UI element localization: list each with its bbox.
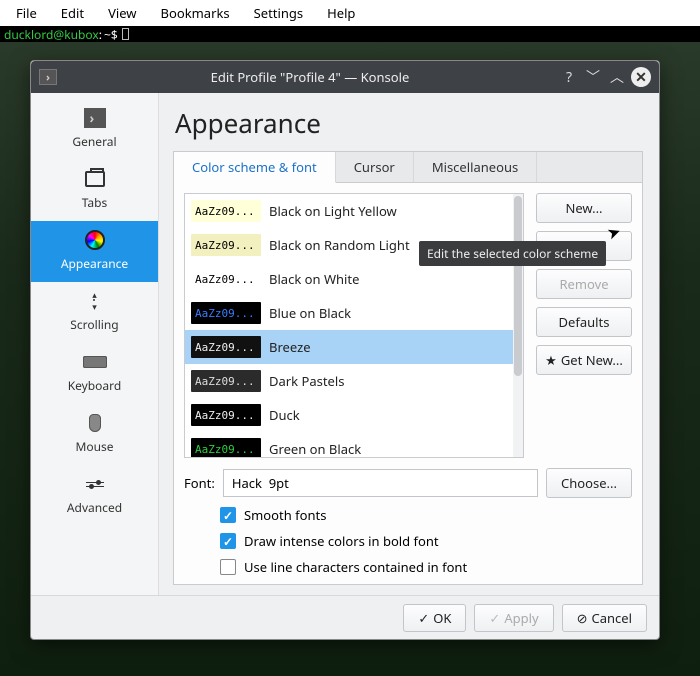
scrollbar[interactable] [513,194,523,457]
scheme-swatch: AaZz09... [191,370,261,392]
color-scheme-item[interactable]: AaZz09... Black on Light Yellow [185,194,523,228]
sidebar-label: Keyboard [68,377,122,394]
sidebar-label: Appearance [61,255,128,272]
defaults-button[interactable]: Defaults [536,307,632,337]
sidebar-item-general[interactable]: General [31,99,158,160]
scheme-label: Breeze [269,338,311,356]
bold-intense-checkbox[interactable]: Draw intense colors in bold font [220,532,632,550]
sidebar-item-scrolling[interactable]: • Scrolling [31,282,158,343]
cancel-icon: ⊘ [577,609,588,627]
font-label: Font: [184,474,215,492]
scheme-swatch: AaZz09... [191,268,261,290]
keyboard-icon [83,356,107,368]
color-scheme-item[interactable]: AaZz09... Green on Black [185,432,523,458]
terminal-prompt: ducklord@kubox [4,26,99,43]
scroll-icon: • [92,292,97,310]
scheme-swatch: AaZz09... [191,302,261,324]
choose-font-button[interactable]: Choose... [546,468,632,498]
new-scheme-button[interactable]: New... [536,193,632,223]
color-scheme-list[interactable]: AaZz09... Black on Light Yellow AaZz09... B… [184,193,524,458]
font-input[interactable] [223,469,538,497]
scheme-label: Duck [269,406,300,424]
sidebar-item-tabs[interactable]: Tabs [31,160,158,221]
terminal-cursor [122,28,129,40]
terminal-path: ~$ [104,26,118,43]
sliders-icon [86,482,104,487]
color-wheel-icon [85,230,105,250]
sidebar-label: General [72,133,116,150]
app-menubar: File Edit View Bookmarks Settings Help [0,0,700,26]
ok-button[interactable]: ✓OK [403,604,466,632]
dialog-titlebar[interactable]: Edit Profile "Profile 4" — Konsole ? ﹀ ︿… [31,61,659,93]
sidebar-label: Scrolling [70,316,118,333]
checkbox-icon [220,533,236,549]
menu-bookmarks[interactable]: Bookmarks [149,1,242,25]
scheme-label: Black on Random Light [269,236,410,254]
appearance-tabs: Color scheme & font Cursor Miscellaneous [173,151,643,183]
terminal-line[interactable]: ducklord@kubox:~$ [0,26,700,42]
menu-view[interactable]: View [96,1,148,25]
maximize-button[interactable]: ︿ [607,67,627,87]
color-scheme-item[interactable]: AaZz09... Duck [185,398,523,432]
color-scheme-item[interactable]: AaZz09... Black on White [185,262,523,296]
sidebar-item-keyboard[interactable]: Keyboard [31,343,158,404]
check-icon: ✓ [418,609,429,627]
check-icon: ✓ [489,609,500,627]
konsole-icon [39,69,57,85]
scheme-swatch: AaZz09... [191,438,261,458]
cancel-button[interactable]: ⊘Cancel [562,604,647,632]
menu-help[interactable]: Help [315,1,367,25]
tab-miscellaneous[interactable]: Miscellaneous [414,152,537,182]
dialog-footer: ✓OK ✓Apply ⊘Cancel [31,595,659,639]
smooth-fonts-checkbox[interactable]: Smooth fonts [220,506,632,524]
minimize-button[interactable]: ﹀ [583,67,603,87]
checkbox-icon [220,559,236,575]
scrollbar-thumb[interactable] [514,196,522,376]
sidebar-item-advanced[interactable]: Advanced [31,465,158,526]
edit-button-tooltip: Edit the selected color scheme [419,241,606,266]
checkbox-icon [220,507,236,523]
edit-profile-dialog: Edit Profile "Profile 4" — Konsole ? ﹀ ︿… [30,60,660,640]
get-new-button[interactable]: ★Get New... [536,345,632,375]
tab-cursor[interactable]: Cursor [336,152,414,182]
scheme-swatch: AaZz09... [191,336,261,358]
mouse-icon [89,414,101,432]
tab-color-scheme-font[interactable]: Color scheme & font [174,152,336,183]
sidebar-label: Tabs [82,194,108,211]
close-button[interactable]: ✕ [631,67,651,87]
tabs-icon [85,171,105,187]
scheme-label: Black on White [269,270,359,288]
terminal-icon [84,108,106,128]
sidebar-label: Mouse [75,438,113,455]
scheme-label: Blue on Black [269,304,351,322]
scheme-swatch: AaZz09... [191,200,261,222]
scheme-swatch: AaZz09... [191,404,261,426]
menu-edit[interactable]: Edit [49,1,96,25]
line-chars-checkbox[interactable]: Use line characters contained in font [220,558,632,576]
menu-settings[interactable]: Settings [242,1,315,25]
remove-scheme-button[interactable]: Remove [536,269,632,299]
help-button[interactable]: ? [559,67,579,87]
dialog-title: Edit Profile "Profile 4" — Konsole [65,68,555,86]
category-sidebar: General Tabs Appearance • Scrolling Keyb… [31,93,159,595]
star-icon: ★ [545,351,557,369]
sidebar-item-appearance[interactable]: Appearance [31,221,158,282]
color-scheme-item[interactable]: AaZz09... Dark Pastels [185,364,523,398]
color-scheme-item[interactable]: AaZz09... Breeze [185,330,523,364]
menu-file[interactable]: File [4,1,49,25]
sidebar-label: Advanced [67,499,122,516]
color-scheme-item[interactable]: AaZz09... Blue on Black [185,296,523,330]
scheme-label: Green on Black [269,440,361,458]
page-title: Appearance [175,105,643,141]
sidebar-item-mouse[interactable]: Mouse [31,404,158,465]
scheme-label: Black on Light Yellow [269,202,397,220]
scheme-label: Dark Pastels [269,372,344,390]
apply-button[interactable]: ✓Apply [474,604,553,632]
scheme-swatch: AaZz09... [191,234,261,256]
